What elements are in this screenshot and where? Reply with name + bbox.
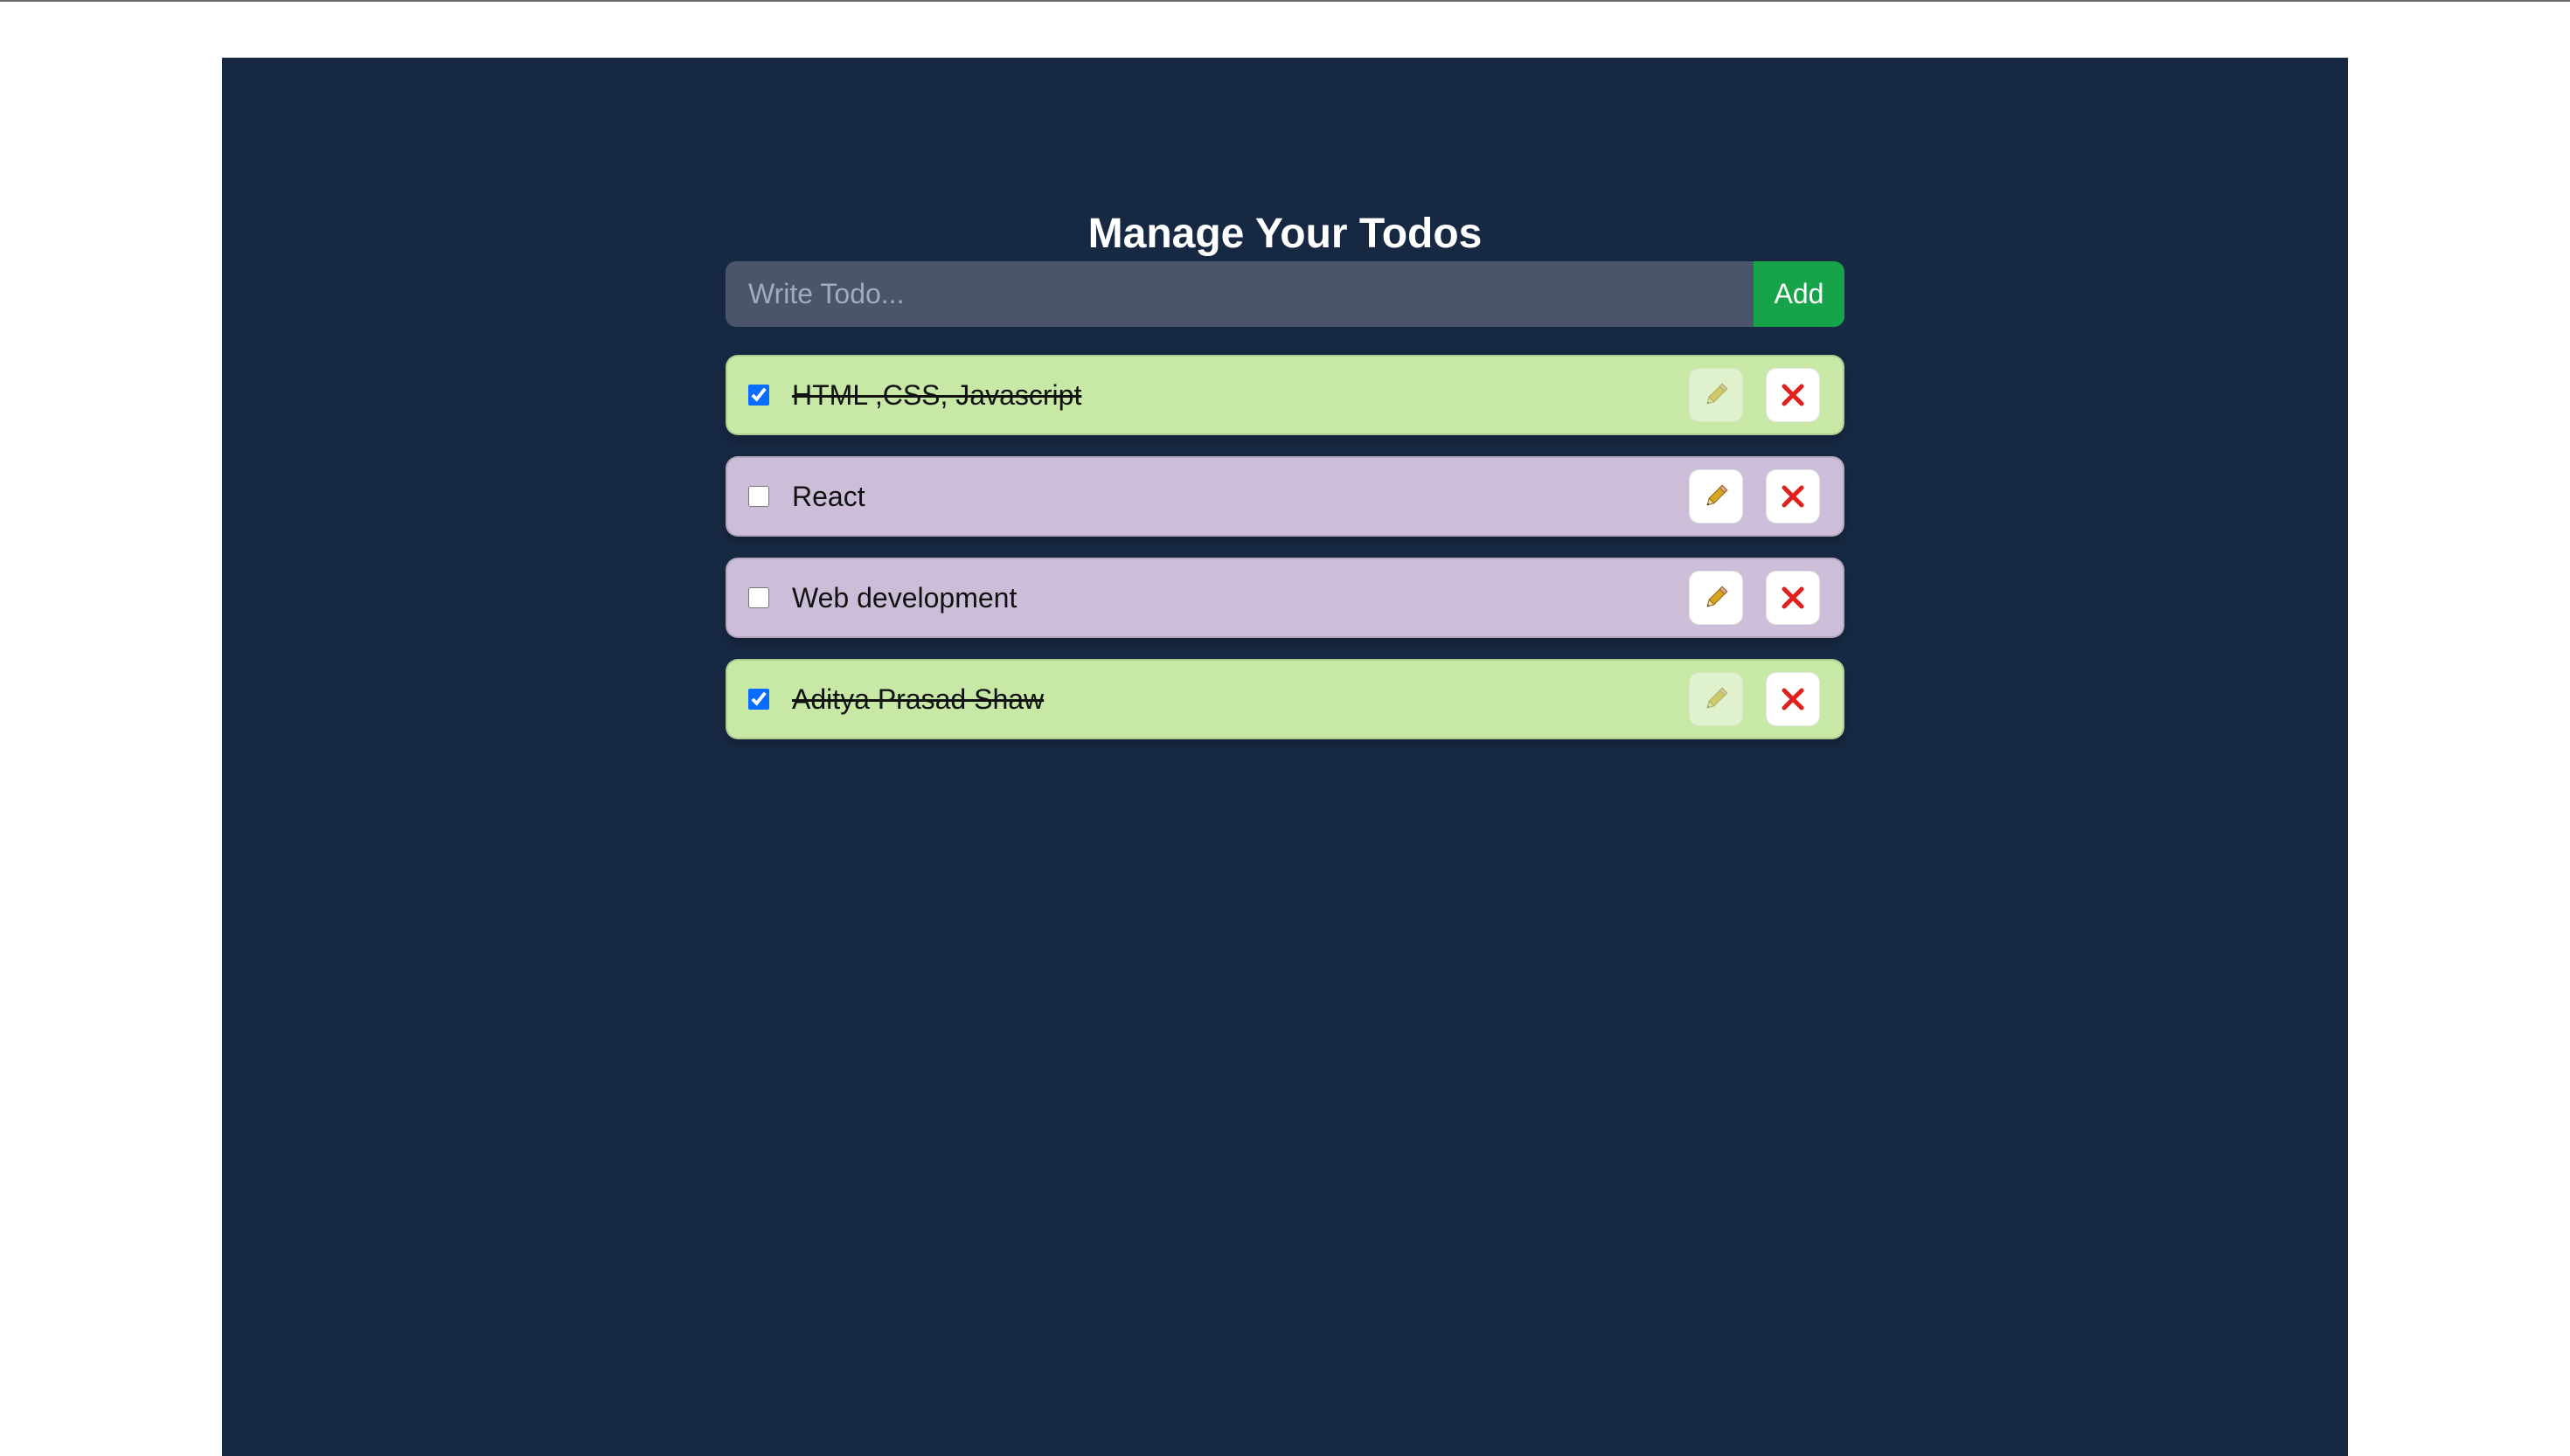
todo-item: Aditya Prasad Shaw <box>726 659 1844 739</box>
edit-button[interactable] <box>1689 469 1743 523</box>
add-todo-form: Add <box>726 261 1844 327</box>
todo-checkbox[interactable] <box>748 486 769 507</box>
close-icon <box>1782 485 1804 508</box>
todo-checkbox[interactable] <box>748 689 769 710</box>
todo-item: Web development <box>726 558 1844 638</box>
delete-button[interactable] <box>1766 368 1820 422</box>
page-title: Manage Your Todos <box>1087 211 1483 257</box>
todo-item: HTML ,CSS, Javascript <box>726 355 1844 435</box>
todo-checkbox[interactable] <box>748 587 769 608</box>
pencil-icon <box>1706 484 1728 506</box>
todo-text: Web development <box>792 581 1018 614</box>
close-icon <box>1782 384 1804 406</box>
todo-app-panel: Manage Your Todos Add HTML ,CSS, Javascr… <box>222 58 2348 1456</box>
close-icon <box>1782 688 1804 711</box>
pencil-icon <box>1706 687 1728 709</box>
todo-input[interactable] <box>726 261 1754 327</box>
todo-text: Aditya Prasad Shaw <box>792 683 1045 715</box>
todo-text: HTML ,CSS, Javascript <box>792 378 1082 411</box>
delete-button[interactable] <box>1766 469 1820 523</box>
todo-item: React <box>726 456 1844 537</box>
todo-text: React <box>792 480 865 512</box>
todo-list: HTML ,CSS, Javascript React Web developm… <box>726 355 1844 760</box>
todo-checkbox[interactable] <box>748 385 769 406</box>
edit-button[interactable] <box>1689 571 1743 625</box>
window-top-border <box>0 0 2570 2</box>
close-icon <box>1782 586 1804 609</box>
edit-button[interactable] <box>1689 672 1743 726</box>
edit-button[interactable] <box>1689 368 1743 422</box>
delete-button[interactable] <box>1766 672 1820 726</box>
pencil-icon <box>1706 383 1728 405</box>
pencil-icon <box>1706 586 1728 607</box>
add-button[interactable]: Add <box>1754 261 1844 327</box>
delete-button[interactable] <box>1766 571 1820 625</box>
